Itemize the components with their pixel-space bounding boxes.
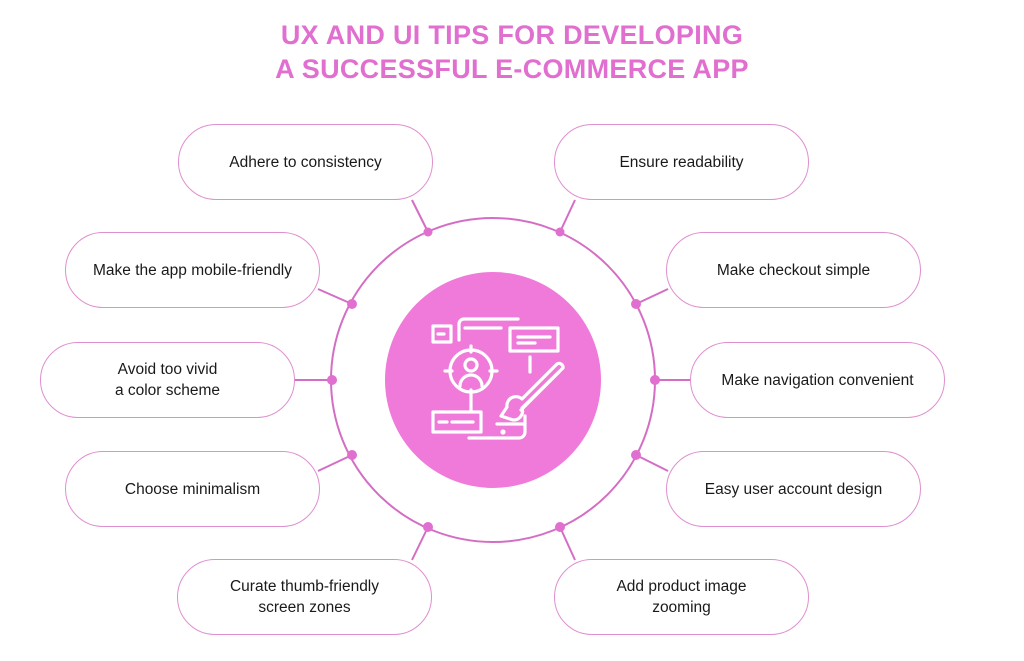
connector-dot xyxy=(555,522,565,532)
tip-user-account-design: Easy user account design xyxy=(666,451,921,527)
tip-choose-minimalism: Choose minimalism xyxy=(65,451,320,527)
tip-image-zooming: Add product image zooming xyxy=(554,559,809,635)
connector-dot xyxy=(650,375,660,385)
connector-dot xyxy=(327,375,337,385)
tip-adhere-to-consistency: Adhere to consistency xyxy=(178,124,433,200)
connector-line xyxy=(635,288,669,305)
tip-mobile-friendly: Make the app mobile-friendly xyxy=(65,232,320,308)
connector-dot xyxy=(423,227,433,237)
connector-line xyxy=(411,526,429,561)
tip-simple-checkout: Make checkout simple xyxy=(666,232,921,308)
connector-line xyxy=(317,454,353,472)
connector-line xyxy=(559,199,576,233)
connector-line xyxy=(317,288,353,305)
tip-avoid-vivid-colors: Avoid too vivid a color scheme xyxy=(40,342,295,418)
tip-thumb-friendly-zones: Curate thumb-friendly screen zones xyxy=(177,559,432,635)
tip-ensure-readability: Ensure readability xyxy=(554,124,809,200)
connector-line xyxy=(411,199,429,233)
tip-convenient-navigation: Make navigation convenient xyxy=(690,342,945,418)
connector-dot xyxy=(347,299,357,309)
connector-dot xyxy=(555,227,565,237)
connector-dot xyxy=(631,299,641,309)
connector-dot xyxy=(631,450,641,460)
connector-line xyxy=(635,454,669,472)
ui-design-icon xyxy=(431,317,565,440)
connector-dot xyxy=(423,522,433,532)
connector-dot xyxy=(347,450,357,460)
connector-line xyxy=(559,526,576,561)
